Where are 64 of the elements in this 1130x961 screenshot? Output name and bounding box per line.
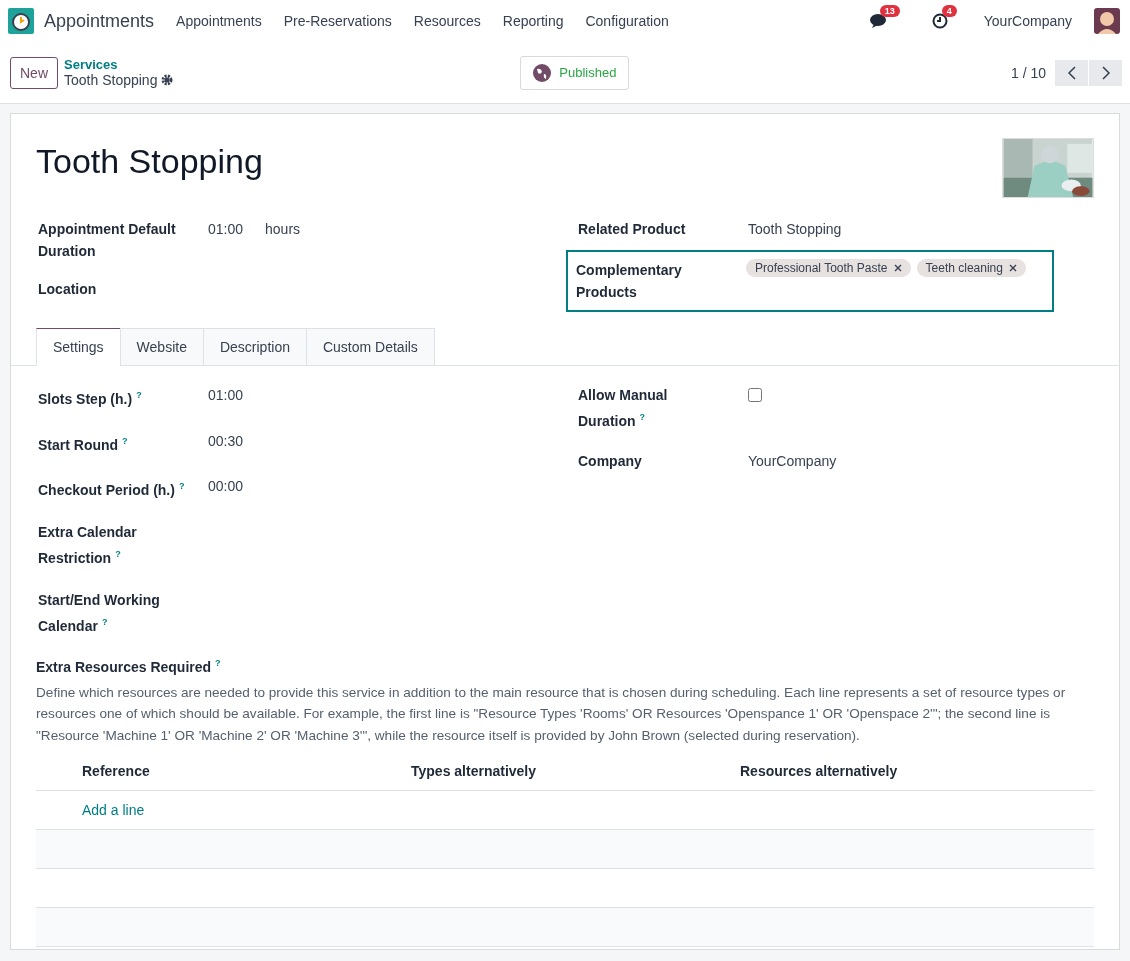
record-name: Tooth Stopping (64, 72, 158, 88)
close-icon[interactable] (893, 264, 902, 272)
field-label: Start Round $^{?}$ (38, 434, 129, 455)
field-value[interactable]: Tooth Stopping (748, 218, 842, 240)
field-label: Company (578, 451, 643, 471)
field-value[interactable]: 01:00 (208, 384, 244, 406)
field-label: Appointment Default Duration (38, 220, 177, 261)
message-count: 13 (879, 5, 900, 17)
previous-button[interactable] (1055, 59, 1088, 86)
menu-item[interactable]: Reporting (502, 13, 564, 29)
company-switcher[interactable]: YourCompany (983, 13, 1072, 29)
field-label: Start/End Working Calendar $^{?}$ (38, 590, 161, 636)
breadcrumb-link[interactable]: Services (64, 57, 174, 72)
checkbox[interactable] (748, 388, 762, 402)
field-value[interactable]: YourCompany (748, 449, 837, 472)
avatar-icon[interactable] (1094, 8, 1120, 34)
chevron-right-icon (1100, 65, 1111, 80)
help-mark[interactable]: ? (136, 390, 142, 400)
close-icon[interactable] (1008, 264, 1017, 272)
field-label: Checkout Period (h.) $^{?}$ (38, 480, 186, 500)
globe-icon (533, 63, 552, 82)
menu-item[interactable]: Resources (413, 13, 481, 29)
section-label: Extra Resources Required $^{?}$ (36, 658, 222, 675)
record-title: Tooth Stopping (36, 142, 263, 182)
add-line-link[interactable]: Add a line (82, 802, 411, 819)
product-tag[interactable]: Teeth cleaning (916, 259, 1026, 277)
activity-count: 4 (941, 5, 957, 17)
help-mark[interactable]: ? (639, 412, 646, 422)
help-mark[interactable]: ? (115, 548, 121, 559)
field-label: Related Product (578, 220, 687, 239)
help-mark[interactable]: ? (215, 658, 221, 669)
clock-icon[interactable] (931, 13, 948, 29)
column-header[interactable]: Types alternatively (411, 763, 740, 780)
field-value[interactable]: 00:00 (208, 475, 244, 498)
tab[interactable]: Website (119, 328, 204, 366)
field-label: Complementary Products (576, 261, 683, 302)
tab[interactable]: Settings (36, 328, 121, 366)
tab[interactable]: Description (202, 328, 307, 366)
app-name[interactable]: Appointments (44, 10, 155, 32)
section-description: Define which resources are needed to provide this service in addition to the main resource that is chosen during scheduling. Each line represents a set of resource types or resources one of which should be available. For example, the first line is "Resource Types 'Rooms' OR Resources 'Openspance 1' OR 'Openspace 2'"; the second line is "Resource 'Machine 1' OR 'Machine 2' OR 'Machine 3'", while the resource itself is provided by John Brown (selected during reservation). (36, 683, 1067, 745)
unit-label: hours (265, 220, 301, 239)
tab[interactable]: Custom Details (305, 328, 435, 366)
help-mark[interactable]: ? (122, 435, 128, 446)
column-header[interactable]: Reference (82, 763, 411, 780)
column-header[interactable]: Resources alternatively (740, 763, 1094, 780)
menu-item[interactable]: Pre-Reservations (283, 13, 392, 29)
menu-item[interactable]: Configuration (585, 13, 669, 29)
focused-field[interactable]: Complementary Products Professional Tooth Paste Teeth cleaning (566, 250, 1054, 312)
settings-icon[interactable] (161, 74, 174, 86)
field-label: Slots Step (h.) $^{?}$ (38, 389, 143, 409)
field-label: Location (38, 280, 98, 299)
help-mark[interactable]: ? (101, 616, 108, 627)
next-button[interactable] (1089, 59, 1122, 86)
field-label: Extra Calendar Restriction $^{?}$ (38, 522, 138, 568)
field-value[interactable]: 00:30 (208, 429, 244, 452)
product-tag[interactable]: Professional Tooth Paste (746, 259, 911, 277)
chevron-left-icon (1066, 65, 1077, 80)
field-label: Allow Manual Duration $^{?}$ (578, 386, 669, 431)
field-value[interactable]: 01:00 (208, 218, 244, 240)
app-logo-icon[interactable] (8, 8, 34, 34)
help-mark[interactable]: ? (178, 481, 185, 492)
pager-count: 1 / 10 (1010, 64, 1046, 81)
new-button[interactable]: New (10, 56, 58, 89)
menu-item[interactable]: Appointments (176, 13, 262, 29)
